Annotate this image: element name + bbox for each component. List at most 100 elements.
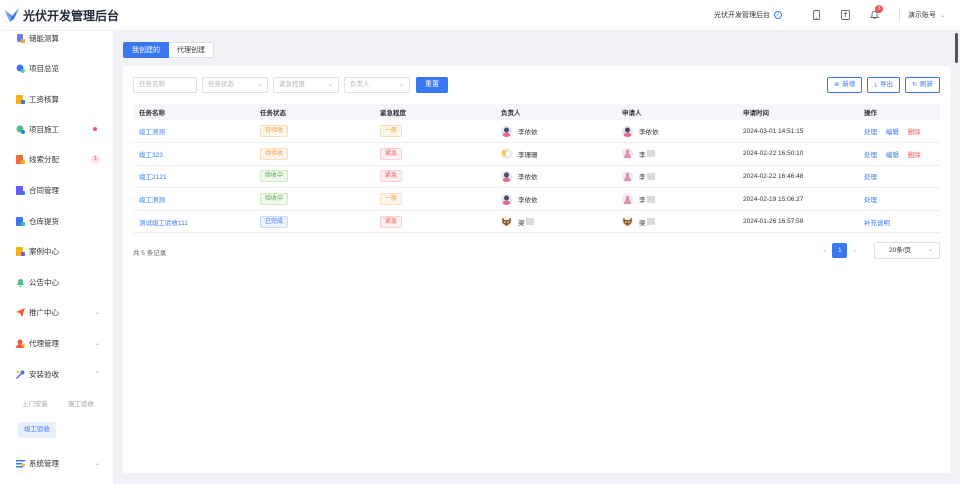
avatar [622,170,633,182]
notification-badge: 3 [875,5,883,13]
task-name-link[interactable]: 竣工测测 [139,129,165,136]
fullscreen-icon[interactable] [841,10,850,20]
site-name: 光伏开发管理后台 [714,12,770,19]
delete-link[interactable]: 删除 [908,152,921,159]
applicant-name: 梁 [639,219,646,227]
task-status-select[interactable]: 任务状态 ⌄ [202,77,268,93]
redacted-mark [646,218,655,226]
task-name-link[interactable]: 竣工2121 [139,174,166,181]
sidebar-item-label: 公告中心 [29,277,59,287]
task-name-input[interactable]: 任务名称 [133,77,197,93]
chevron-down-icon[interactable]: ⌄ [95,460,100,467]
redacted-mark [646,172,655,180]
col-urgency: 紧急程度 [374,104,495,120]
sidebar-item-storage[interactable]: 储能测算 [16,32,100,44]
redacted-mark [525,218,534,226]
handle-link[interactable]: 处理 [864,197,877,204]
tab-my-created[interactable]: 我创建的 [123,42,169,58]
supplement-link[interactable]: 补充说明 [864,220,890,227]
case-icon [16,246,25,256]
account-menu[interactable]: 演示账号 [908,10,936,20]
select-placeholder: 紧急程度 [279,81,305,88]
sidebar-item-leads[interactable]: 线索分配 1 [16,153,100,165]
edit-link[interactable]: 编辑 [886,152,899,159]
button-label: 刷新 [920,81,933,88]
sidebar-item-agents[interactable]: 代理管理 ⌄ [16,337,100,349]
col-owner: 负责人 [495,104,616,120]
handle-link[interactable]: 处理 [864,174,877,181]
status-badge: 待验收 [260,125,289,138]
apply-time: 2024-02-22 16:46:48 [737,165,858,189]
edit-link[interactable]: 编辑 [886,129,899,136]
col-task-status: 任务状态 [254,104,374,120]
table-row: 竣工测测 待验收 一般 李依依 李依依 2024-03-01 14:51:15 … [133,120,940,144]
brand[interactable]: 光伏开发管理后台 [0,7,190,24]
sidebar-item-construction[interactable]: 项目施工 [16,123,100,135]
sidebar-item-announcements[interactable]: 公告中心 [16,276,100,288]
sidebar-item-label: 安装验收 [29,369,59,379]
owner-name: 李珊珊 [518,151,538,159]
urgency-badge: 紧急 [380,170,403,183]
export-button[interactable]: ⤓ 导出 [867,77,900,93]
sidebar-item-label: 案例中心 [29,246,59,256]
sidebar-item-label: 仓库提货 [29,216,59,226]
overview-icon [16,64,25,73]
sidebar-item-system[interactable]: 系统管理 ⌄ [16,457,100,469]
chevron-down-icon[interactable]: ⌄ [95,309,100,316]
table-header: 任务名称 任务状态 紧急程度 负责人 申请人 申请时间 操作 [133,104,940,120]
table-row: 测试竣工验收111 已完成 紧急 梁 梁 2024-01-26 16:57:58… [133,210,940,234]
refresh-button[interactable]: ↻ 刷新 [904,77,940,93]
sub-item-completion-acceptance[interactable]: 竣工验收 [18,422,56,438]
sidebar-item-promotion[interactable]: 推广中心 ⌄ [16,306,100,318]
sub-item-onsite-install[interactable]: 上门安装 [22,398,48,408]
apply-time: 2024-02-19 15:06:27 [737,187,858,211]
sidebar-item-warehouse[interactable]: 仓库提货 [16,215,100,227]
reset-button[interactable]: 重置 [416,77,448,93]
applicant-name: 李 [639,197,646,205]
chevron-down-icon: ⌄ [327,82,333,88]
main-panel: 任务名称 任务状态 ⌄ 紧急程度 ⌄ 负责人 ⌄ 重置 ⊕ 新增 ⤓ 导出 ↻ … [123,66,950,473]
scrollbar[interactable] [955,33,958,63]
add-button[interactable]: ⊕ 新增 [827,77,863,93]
sidebar-item-cases[interactable]: 案例中心 [16,245,100,257]
avatar [622,193,633,205]
acceptance-icon [16,370,25,379]
tab-agent-created[interactable]: 代理创建 [169,42,214,58]
chevron-down-icon[interactable]: ⌄ [940,12,946,19]
notification-bell-icon[interactable]: 3 [870,5,883,20]
chevron-left-icon[interactable]: ‹ [824,246,827,255]
sidebar-item-payroll[interactable]: 工资核算 [16,93,100,105]
sidebar-item-overview[interactable]: 项目总览 [16,62,100,74]
table-row: 竣工2121 验收中 紧急 李依依 李 2024-02-22 16:46:48 … [133,165,940,189]
task-name-link[interactable]: 竣工323 [139,152,163,159]
redacted-mark [646,150,655,158]
handle-link[interactable]: 处理 [864,129,877,136]
handle-link[interactable]: 处理 [864,152,877,159]
tab-bar: 我创建的 代理创建 [123,42,214,58]
delete-link[interactable]: 删除 [908,129,921,136]
payroll-icon [16,94,25,104]
applicant-name: 李 [639,151,646,159]
sidebar-item-acceptance[interactable]: 安装验收 ⌃ [16,368,100,380]
chevron-down-icon[interactable]: ⌄ [95,340,100,347]
task-name-link[interactable]: 竣工测测 [139,197,165,204]
avatar [501,125,512,137]
plus-circle-icon: ⊕ [834,82,840,88]
button-label: 新增 [842,81,856,88]
page-size-select[interactable]: 20条/页 ⌄ [874,242,940,259]
avatar [622,148,633,160]
page-number[interactable]: 1 [832,243,848,258]
sidebar-item-label: 储能测算 [29,33,59,43]
sidebar-item-contracts[interactable]: 合同管理 [16,184,100,196]
sub-item-construction-acceptance[interactable]: 施工验收 [68,398,94,408]
task-name-link[interactable]: 测试竣工验收111 [139,220,188,227]
owner-select[interactable]: 负责人 ⌄ [344,77,410,93]
chevron-right-icon[interactable]: › [853,246,856,255]
urgency-select[interactable]: 紧急程度 ⌄ [273,77,339,93]
chevron-up-icon[interactable]: ⌃ [95,371,100,378]
col-actions: 操作 [858,104,940,120]
verified-icon[interactable]: ✓ [774,11,782,19]
total-count: 共 5 条记录 [133,250,167,257]
mobile-icon[interactable] [812,10,821,20]
apply-time: 2024-02-22 16:50:10 [737,142,858,166]
